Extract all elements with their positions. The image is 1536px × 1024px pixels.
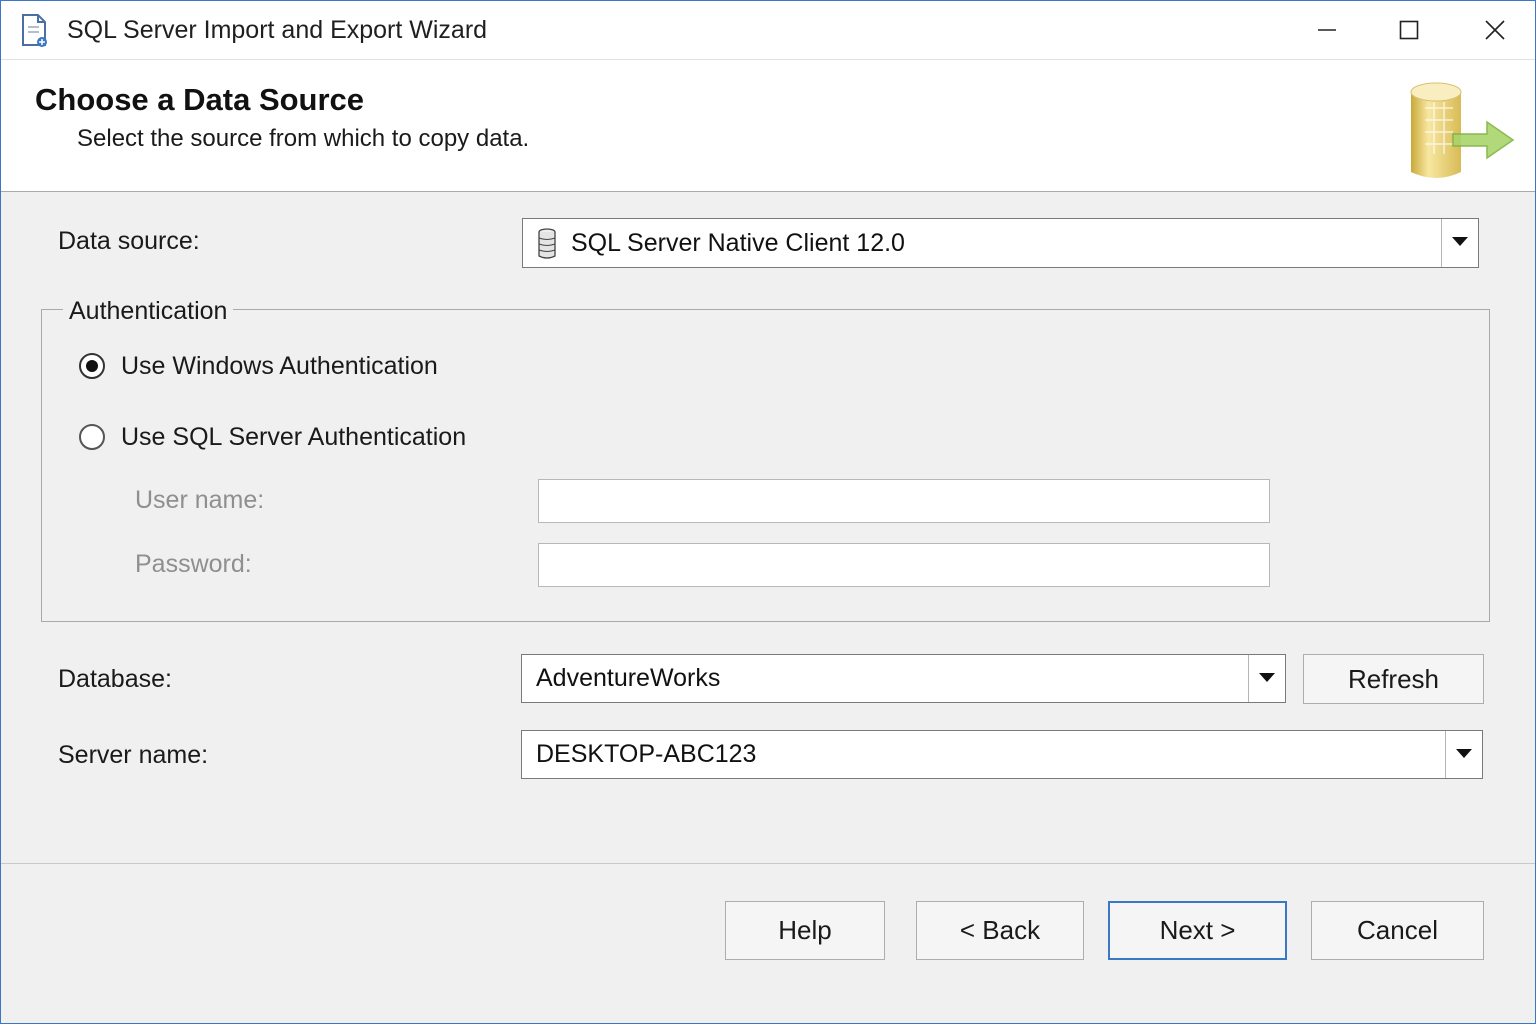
cancel-button[interactable]: Cancel [1311,901,1484,960]
database-cylinder-icon [537,228,557,265]
sql-auth-label[interactable]: Use SQL Server Authentication [121,423,466,452]
maximize-icon [1399,20,1419,40]
page-subtitle: Select the source from which to copy dat… [77,125,530,152]
minimize-icon [1317,20,1337,40]
sql-auth-radio[interactable] [79,424,105,450]
windows-auth-label[interactable]: Use Windows Authentication [121,352,438,381]
server-name-combo[interactable]: DESKTOP-ABC123 [521,730,1483,779]
title-bar: SQL Server Import and Export Wizard [1,1,1535,60]
chevron-down-icon [1452,234,1468,252]
refresh-button[interactable]: Refresh [1303,654,1484,704]
page-title: Choose a Data Source [35,82,365,117]
footer-divider [1,863,1535,864]
close-button[interactable] [1453,1,1535,59]
username-input[interactable] [538,479,1270,523]
next-button[interactable]: Next > [1108,901,1287,960]
radio-selected-dot [86,360,98,372]
server-name-value: DESKTOP-ABC123 [536,740,757,768]
help-button[interactable]: Help [725,901,885,960]
authentication-group-label: Authentication [63,297,234,326]
password-label: Password: [135,550,252,578]
data-source-combo[interactable]: SQL Server Native Client 12.0 [522,218,1479,268]
database-label: Database: [58,665,172,693]
password-input[interactable] [538,543,1270,587]
server-name-dropdown-button[interactable] [1445,731,1482,778]
database-export-icon [1391,74,1521,189]
database-combo[interactable]: AdventureWorks [521,654,1286,703]
server-name-label: Server name: [58,741,209,769]
data-source-value: SQL Server Native Client 12.0 [571,228,905,257]
window-title: SQL Server Import and Export Wizard [67,16,488,44]
username-label: User name: [135,486,265,514]
back-button[interactable]: < Back [916,901,1084,960]
data-source-label: Data source: [58,227,200,255]
wizard-header: Choose a Data Source Select the source f… [1,60,1535,192]
maximize-button[interactable] [1367,1,1451,59]
wizard-window: SQL Server Import and Export Wizard Choo… [0,0,1536,1024]
chevron-down-icon [1456,746,1472,764]
database-dropdown-button[interactable] [1248,655,1285,702]
data-source-dropdown-button[interactable] [1441,219,1478,267]
minimize-button[interactable] [1285,1,1369,59]
close-icon [1485,20,1505,40]
document-icon [19,13,51,49]
database-value: AdventureWorks [536,664,721,692]
windows-auth-radio[interactable] [79,353,105,379]
chevron-down-icon [1259,670,1275,688]
